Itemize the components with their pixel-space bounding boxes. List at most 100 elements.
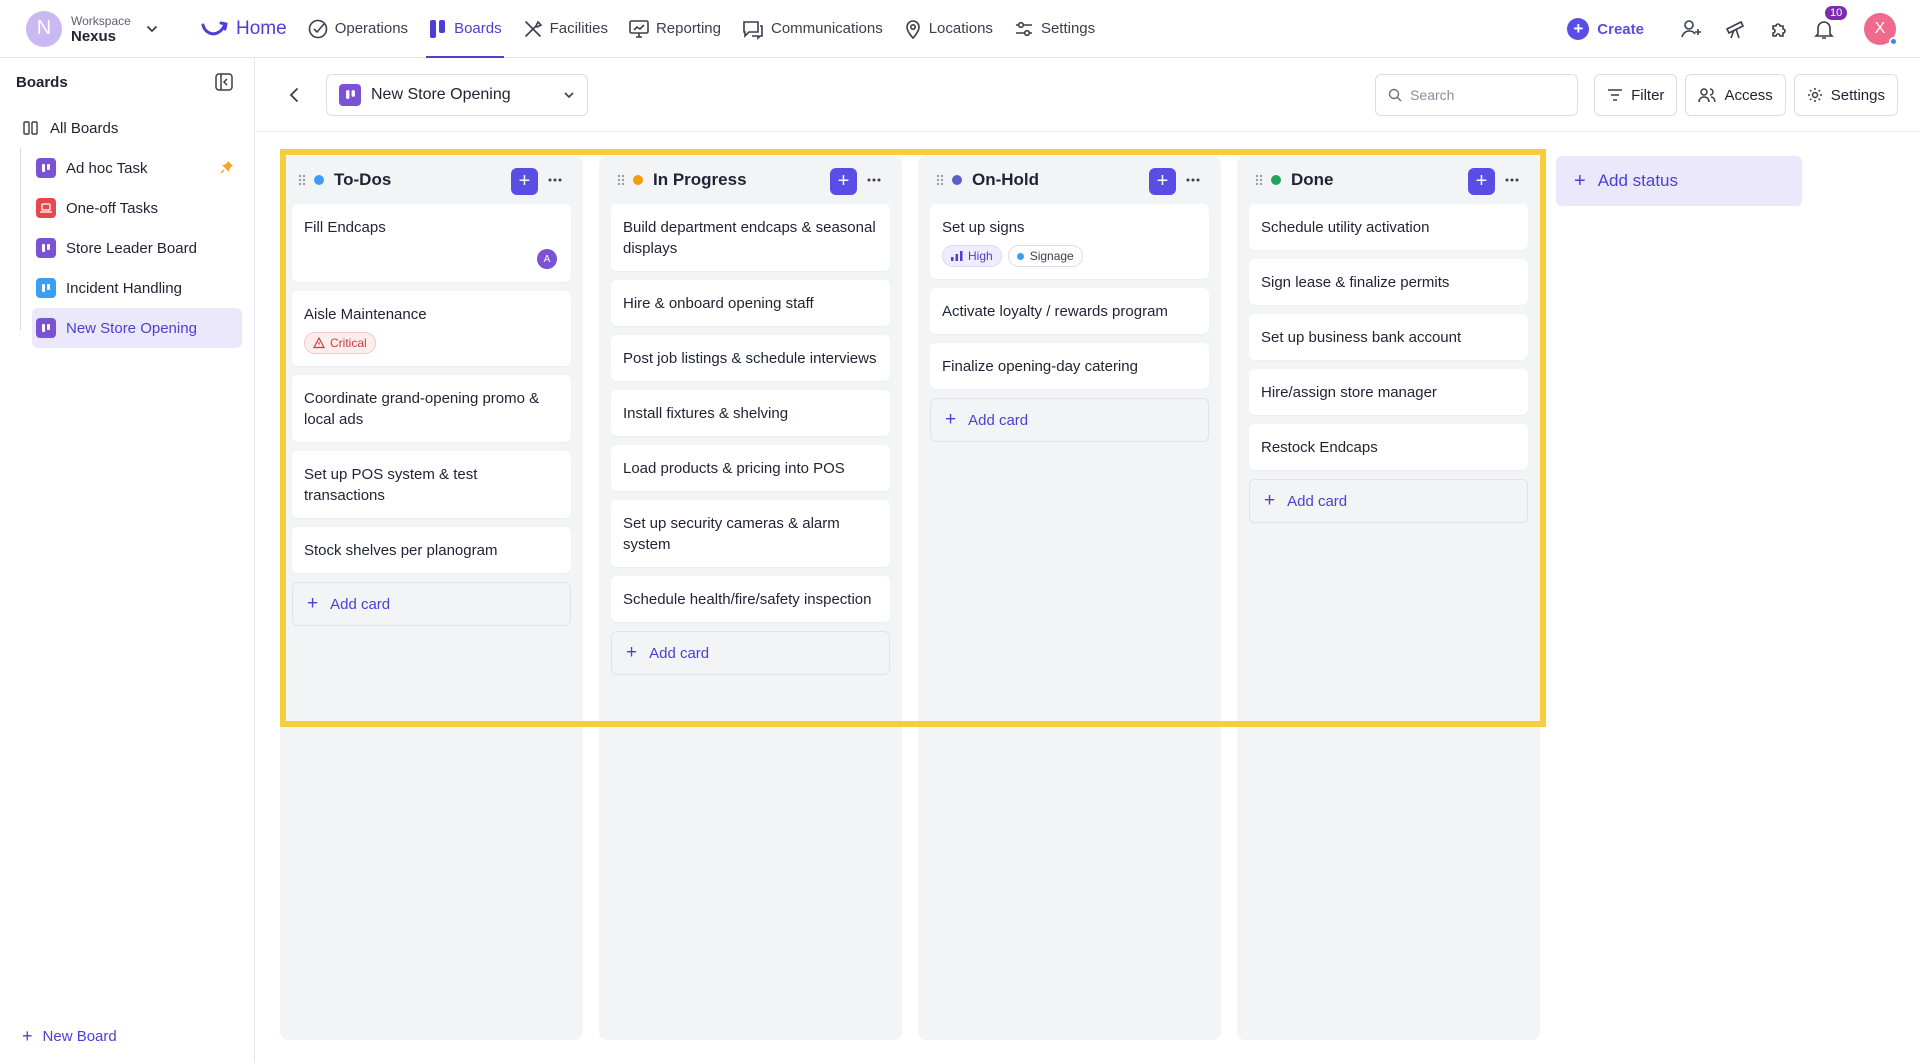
sidebar-item-store-leader-board[interactable]: Store Leader Board bbox=[32, 228, 242, 268]
nav-communications[interactable]: Communications bbox=[731, 0, 893, 58]
add-card-row[interactable]: + Add card bbox=[611, 631, 890, 675]
add-card-label: Add card bbox=[968, 411, 1029, 429]
nav-communications-label: Communications bbox=[771, 20, 883, 37]
sidebar-item-incident-handling[interactable]: Incident Handling bbox=[32, 268, 242, 308]
card-title: Set up signs bbox=[942, 219, 1025, 236]
nav-home[interactable]: Home bbox=[190, 0, 297, 58]
task-card[interactable]: Install fixtures & shelving bbox=[611, 390, 890, 436]
access-button[interactable]: Access bbox=[1685, 74, 1786, 116]
drag-handle-icon[interactable] bbox=[1255, 174, 1263, 186]
task-card[interactable]: Finalize opening-day catering bbox=[930, 343, 1209, 389]
board-icon bbox=[36, 278, 56, 298]
user-avatar[interactable]: X bbox=[1864, 13, 1898, 46]
user-initial: X bbox=[1874, 20, 1886, 37]
more-options-icon[interactable] bbox=[545, 170, 565, 190]
task-card[interactable]: Build department endcaps & seasonal disp… bbox=[611, 204, 890, 271]
task-card[interactable]: Set up business bank account bbox=[1249, 314, 1528, 360]
add-user-button[interactable] bbox=[1679, 16, 1705, 42]
task-card[interactable]: Load products & pricing into POS bbox=[611, 445, 890, 491]
more-options-icon[interactable] bbox=[1183, 170, 1203, 190]
search-input[interactable] bbox=[1410, 87, 1561, 103]
add-card-button[interactable]: + bbox=[1468, 168, 1495, 195]
task-card[interactable]: Stock shelves per planogram bbox=[292, 527, 571, 573]
collapse-sidebar-icon[interactable] bbox=[214, 72, 234, 92]
add-card-row[interactable]: + Add card bbox=[1249, 479, 1528, 523]
task-card[interactable]: Schedule health/fire/safety inspection bbox=[611, 576, 890, 622]
nav-settings[interactable]: Settings bbox=[1003, 0, 1105, 58]
sliders-icon bbox=[1015, 21, 1032, 36]
signal-bars-icon bbox=[951, 251, 963, 261]
task-card[interactable]: Hire/assign store manager bbox=[1249, 369, 1528, 415]
sidebar-item-new-store-opening[interactable]: New Store Opening bbox=[32, 308, 242, 348]
drag-handle-icon[interactable] bbox=[298, 174, 306, 186]
reporting-icon bbox=[629, 19, 649, 38]
task-card[interactable]: Coordinate grand-opening promo & local a… bbox=[292, 375, 571, 442]
add-card-button[interactable]: + bbox=[1149, 168, 1176, 195]
status-dot bbox=[952, 175, 962, 185]
pin-icon bbox=[220, 161, 233, 174]
sidebar-item-one-off-tasks[interactable]: One-off Tasks bbox=[32, 188, 242, 228]
location-pin-icon bbox=[905, 19, 920, 39]
filter-label: Filter bbox=[1631, 86, 1665, 104]
task-card[interactable]: Activate loyalty / rewards program bbox=[930, 288, 1209, 334]
filter-button[interactable]: Filter bbox=[1594, 74, 1678, 116]
task-card[interactable]: Restock Endcaps bbox=[1249, 424, 1528, 470]
settings-label: Settings bbox=[1830, 86, 1885, 104]
assignee-avatar[interactable]: A bbox=[537, 249, 557, 269]
drag-handle-icon[interactable] bbox=[617, 174, 625, 186]
column-title: Done bbox=[1291, 170, 1334, 189]
notifications-button[interactable]: 10 bbox=[1811, 6, 1848, 42]
boards-sidebar: Boards All Boards Ad hoc Task One-off Ta… bbox=[0, 58, 255, 1063]
workspace-switcher[interactable]: N Workspace Nexus bbox=[26, 10, 186, 47]
add-card-button[interactable]: + bbox=[511, 168, 538, 195]
sidebar-board-list: Ad hoc Task One-off Tasks Store Leader B… bbox=[20, 148, 254, 348]
task-card[interactable]: Schedule utility activation bbox=[1249, 204, 1528, 250]
card-title: Schedule utility activation bbox=[1261, 219, 1430, 236]
add-status-button[interactable]: + Add status bbox=[1556, 156, 1802, 206]
add-card-button[interactable]: + bbox=[830, 168, 857, 195]
nav-reporting-label: Reporting bbox=[655, 20, 721, 37]
telescope-button[interactable] bbox=[1723, 16, 1749, 42]
nav-reporting[interactable]: Reporting bbox=[618, 0, 731, 58]
nav-operations[interactable]: Operations bbox=[297, 0, 418, 58]
plus-icon: + bbox=[626, 642, 638, 663]
task-card[interactable]: Fill Endcaps A bbox=[292, 204, 571, 282]
card-title: Install fixtures & shelving bbox=[623, 405, 789, 422]
add-card-row[interactable]: + Add card bbox=[930, 398, 1209, 442]
task-card[interactable]: Set up signs High Signage bbox=[930, 204, 1209, 279]
create-label: Create bbox=[1597, 20, 1644, 38]
more-options-icon[interactable] bbox=[864, 170, 884, 190]
board-selector[interactable]: New Store Opening bbox=[326, 73, 588, 116]
top-navbar: N Workspace Nexus Home Operations Boards… bbox=[0, 0, 1920, 58]
task-card[interactable]: Post job listings & schedule interviews bbox=[611, 335, 890, 381]
card-title: Post job listings & schedule interviews bbox=[623, 350, 877, 367]
settings-button[interactable]: Settings bbox=[1793, 74, 1898, 116]
task-card[interactable]: Set up security cameras & alarm system bbox=[611, 500, 890, 567]
add-card-label: Add card bbox=[330, 595, 391, 613]
task-card[interactable]: Aisle Maintenance Critical bbox=[292, 291, 571, 366]
task-card[interactable]: Sign lease & finalize permits bbox=[1249, 259, 1528, 305]
status-dot bbox=[1271, 175, 1281, 185]
nav-locations[interactable]: Locations bbox=[893, 0, 1003, 58]
drag-handle-icon[interactable] bbox=[936, 174, 944, 186]
nav-settings-label: Settings bbox=[1040, 20, 1096, 37]
task-card[interactable]: Set up POS system & test transactions bbox=[292, 451, 571, 518]
card-title: Aisle Maintenance bbox=[304, 306, 427, 323]
add-card-row[interactable]: + Add card bbox=[292, 582, 571, 626]
main-nav: Home Operations Boards Facilities Report… bbox=[190, 0, 1105, 58]
search-box[interactable] bbox=[1375, 74, 1579, 116]
new-board-button[interactable]: + New Board bbox=[22, 1026, 117, 1047]
plus-icon: + bbox=[1264, 490, 1276, 511]
back-arrow-icon[interactable] bbox=[286, 86, 304, 104]
nav-facilities[interactable]: Facilities bbox=[512, 0, 618, 58]
nav-boards[interactable]: Boards bbox=[418, 0, 512, 58]
column-in-progress: In Progress + Build department endcaps &… bbox=[599, 156, 902, 1040]
priority-badge: High bbox=[942, 245, 1002, 267]
task-card[interactable]: Hire & onboard opening staff bbox=[611, 280, 890, 326]
sidebar-all-boards[interactable]: All Boards bbox=[0, 108, 254, 148]
create-button[interactable]: + Create bbox=[1567, 18, 1644, 40]
more-options-icon[interactable] bbox=[1502, 170, 1522, 190]
sidebar-item-ad-hoc-task[interactable]: Ad hoc Task bbox=[32, 148, 242, 188]
integrations-button[interactable] bbox=[1767, 16, 1793, 42]
check-circle-icon bbox=[308, 19, 327, 38]
